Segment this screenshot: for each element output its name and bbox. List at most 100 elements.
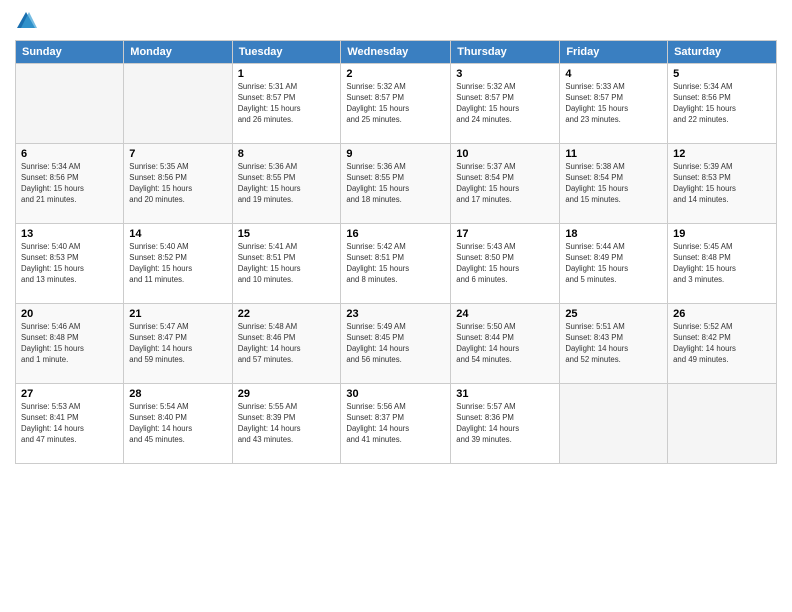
calendar-page: Sunday Monday Tuesday Wednesday Thursday… [0, 0, 792, 612]
calendar-week-row: 20 Sunrise: 5:46 AM Sunset: 8:48 PM Dayli… [16, 304, 777, 384]
header [15, 10, 777, 32]
day-detail: Sunrise: 5:43 AM Sunset: 8:50 PM Dayligh… [456, 242, 554, 286]
table-row: 20 Sunrise: 5:46 AM Sunset: 8:48 PM Dayli… [16, 304, 124, 384]
calendar-week-row: 1 Sunrise: 5:31 AM Sunset: 8:57 PM Daylig… [16, 64, 777, 144]
table-row: 5 Sunrise: 5:34 AM Sunset: 8:56 PM Daylig… [668, 64, 777, 144]
day-detail: Sunrise: 5:36 AM Sunset: 8:55 PM Dayligh… [346, 162, 445, 206]
col-thursday: Thursday [451, 41, 560, 64]
table-row [124, 64, 232, 144]
day-number: 28 [129, 388, 226, 400]
day-detail: Sunrise: 5:33 AM Sunset: 8:57 PM Dayligh… [565, 82, 662, 126]
day-detail: Sunrise: 5:46 AM Sunset: 8:48 PM Dayligh… [21, 322, 118, 366]
day-detail: Sunrise: 5:49 AM Sunset: 8:45 PM Dayligh… [346, 322, 445, 366]
day-detail: Sunrise: 5:54 AM Sunset: 8:40 PM Dayligh… [129, 402, 226, 446]
day-detail: Sunrise: 5:39 AM Sunset: 8:53 PM Dayligh… [673, 162, 771, 206]
day-detail: Sunrise: 5:57 AM Sunset: 8:36 PM Dayligh… [456, 402, 554, 446]
table-row: 25 Sunrise: 5:51 AM Sunset: 8:43 PM Dayli… [560, 304, 668, 384]
day-detail: Sunrise: 5:47 AM Sunset: 8:47 PM Dayligh… [129, 322, 226, 366]
table-row: 4 Sunrise: 5:33 AM Sunset: 8:57 PM Daylig… [560, 64, 668, 144]
day-number: 25 [565, 308, 662, 320]
day-number: 22 [238, 308, 336, 320]
table-row: 9Sunrise: 5:36 AM Sunset: 8:55 PM Daylig… [341, 144, 451, 224]
table-row: 31 Sunrise: 5:57 AM Sunset: 8:36 PM Dayli… [451, 384, 560, 464]
day-number: 27 [21, 388, 118, 400]
table-row: 18 Sunrise: 5:44 AM Sunset: 8:49 PM Dayli… [560, 224, 668, 304]
day-number: 7 [129, 148, 226, 160]
col-saturday: Saturday [668, 41, 777, 64]
col-tuesday: Tuesday [232, 41, 341, 64]
table-row: 26 Sunrise: 5:52 AM Sunset: 8:42 PM Dayli… [668, 304, 777, 384]
day-number: 20 [21, 308, 118, 320]
calendar-table: Sunday Monday Tuesday Wednesday Thursday… [15, 40, 777, 464]
table-row: 21 Sunrise: 5:47 AM Sunset: 8:47 PM Dayli… [124, 304, 232, 384]
table-row: 1 Sunrise: 5:31 AM Sunset: 8:57 PM Daylig… [232, 64, 341, 144]
table-row: 7Sunrise: 5:35 AM Sunset: 8:56 PM Daylig… [124, 144, 232, 224]
day-number: 2 [346, 68, 445, 80]
day-number: 11 [565, 148, 662, 160]
table-row: 12 Sunrise: 5:39 AM Sunset: 8:53 PM Dayli… [668, 144, 777, 224]
day-number: 29 [238, 388, 336, 400]
col-sunday: Sunday [16, 41, 124, 64]
day-detail: Sunrise: 5:37 AM Sunset: 8:54 PM Dayligh… [456, 162, 554, 206]
table-row: 27Sunrise: 5:53 AM Sunset: 8:41 PM Dayli… [16, 384, 124, 464]
day-number: 24 [456, 308, 554, 320]
calendar-week-row: 27Sunrise: 5:53 AM Sunset: 8:41 PM Dayli… [16, 384, 777, 464]
day-number: 18 [565, 228, 662, 240]
day-detail: Sunrise: 5:40 AM Sunset: 8:53 PM Dayligh… [21, 242, 118, 286]
day-detail: Sunrise: 5:45 AM Sunset: 8:48 PM Dayligh… [673, 242, 771, 286]
col-monday: Monday [124, 41, 232, 64]
day-detail: Sunrise: 5:55 AM Sunset: 8:39 PM Dayligh… [238, 402, 336, 446]
calendar-week-row: 6 Sunrise: 5:34 AM Sunset: 8:56 PM Daylig… [16, 144, 777, 224]
day-number: 19 [673, 228, 771, 240]
day-detail: Sunrise: 5:38 AM Sunset: 8:54 PM Dayligh… [565, 162, 662, 206]
table-row: 24 Sunrise: 5:50 AM Sunset: 8:44 PM Dayli… [451, 304, 560, 384]
table-row: 19 Sunrise: 5:45 AM Sunset: 8:48 PM Dayli… [668, 224, 777, 304]
day-detail: Sunrise: 5:34 AM Sunset: 8:56 PM Dayligh… [21, 162, 118, 206]
table-row: 29 Sunrise: 5:55 AM Sunset: 8:39 PM Dayli… [232, 384, 341, 464]
day-detail: Sunrise: 5:52 AM Sunset: 8:42 PM Dayligh… [673, 322, 771, 366]
table-row: 10Sunrise: 5:37 AM Sunset: 8:54 PM Dayli… [451, 144, 560, 224]
day-number: 30 [346, 388, 445, 400]
table-row: 3Sunrise: 5:32 AM Sunset: 8:57 PM Daylig… [451, 64, 560, 144]
day-detail: Sunrise: 5:36 AM Sunset: 8:55 PM Dayligh… [238, 162, 336, 206]
day-detail: Sunrise: 5:34 AM Sunset: 8:56 PM Dayligh… [673, 82, 771, 126]
weekday-header-row: Sunday Monday Tuesday Wednesday Thursday… [16, 41, 777, 64]
table-row: 15Sunrise: 5:41 AM Sunset: 8:51 PM Dayli… [232, 224, 341, 304]
day-detail: Sunrise: 5:48 AM Sunset: 8:46 PM Dayligh… [238, 322, 336, 366]
day-number: 5 [673, 68, 771, 80]
col-friday: Friday [560, 41, 668, 64]
logo-icon [15, 10, 37, 32]
day-number: 13 [21, 228, 118, 240]
table-row: 23 Sunrise: 5:49 AM Sunset: 8:45 PM Dayli… [341, 304, 451, 384]
table-row [560, 384, 668, 464]
day-number: 4 [565, 68, 662, 80]
day-detail: Sunrise: 5:44 AM Sunset: 8:49 PM Dayligh… [565, 242, 662, 286]
table-row: 30 Sunrise: 5:56 AM Sunset: 8:37 PM Dayli… [341, 384, 451, 464]
table-row: 16Sunrise: 5:42 AM Sunset: 8:51 PM Dayli… [341, 224, 451, 304]
day-detail: Sunrise: 5:50 AM Sunset: 8:44 PM Dayligh… [456, 322, 554, 366]
table-row: 14Sunrise: 5:40 AM Sunset: 8:52 PM Dayli… [124, 224, 232, 304]
day-number: 26 [673, 308, 771, 320]
table-row: 13 Sunrise: 5:40 AM Sunset: 8:53 PM Dayli… [16, 224, 124, 304]
day-detail: Sunrise: 5:32 AM Sunset: 8:57 PM Dayligh… [346, 82, 445, 126]
logo [15, 10, 41, 32]
table-row: 28 Sunrise: 5:54 AM Sunset: 8:40 PM Dayli… [124, 384, 232, 464]
col-wednesday: Wednesday [341, 41, 451, 64]
table-row: 11 Sunrise: 5:38 AM Sunset: 8:54 PM Dayli… [560, 144, 668, 224]
day-detail: Sunrise: 5:51 AM Sunset: 8:43 PM Dayligh… [565, 322, 662, 366]
table-row: 17Sunrise: 5:43 AM Sunset: 8:50 PM Dayli… [451, 224, 560, 304]
day-number: 12 [673, 148, 771, 160]
day-detail: Sunrise: 5:32 AM Sunset: 8:57 PM Dayligh… [456, 82, 554, 126]
day-detail: Sunrise: 5:31 AM Sunset: 8:57 PM Dayligh… [238, 82, 336, 126]
day-number: 1 [238, 68, 336, 80]
table-row: 6 Sunrise: 5:34 AM Sunset: 8:56 PM Daylig… [16, 144, 124, 224]
day-number: 8 [238, 148, 336, 160]
table-row: 8 Sunrise: 5:36 AM Sunset: 8:55 PM Daylig… [232, 144, 341, 224]
day-number: 31 [456, 388, 554, 400]
day-detail: Sunrise: 5:56 AM Sunset: 8:37 PM Dayligh… [346, 402, 445, 446]
table-row: 22 Sunrise: 5:48 AM Sunset: 8:46 PM Dayli… [232, 304, 341, 384]
day-number: 14 [129, 228, 226, 240]
day-number: 6 [21, 148, 118, 160]
day-number: 21 [129, 308, 226, 320]
day-number: 23 [346, 308, 445, 320]
